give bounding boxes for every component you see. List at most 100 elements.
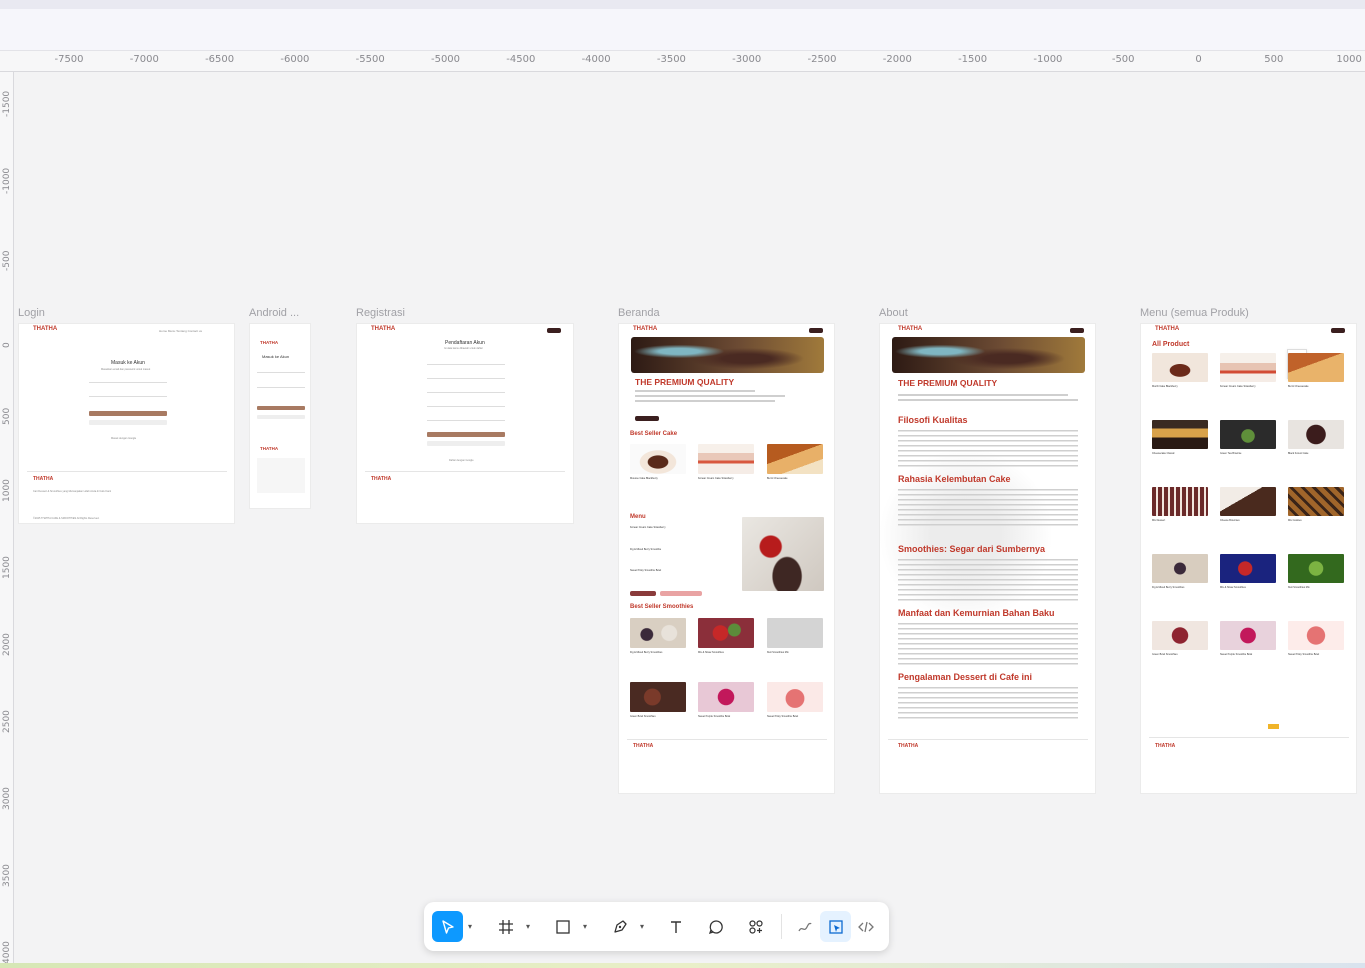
smoothie-image — [698, 682, 754, 712]
frame-label-about[interactable]: About — [879, 307, 908, 319]
footer-divider — [627, 739, 827, 740]
register-button[interactable] — [427, 432, 505, 437]
login-button[interactable] — [257, 406, 305, 410]
ruler-tick: -6500 — [205, 54, 235, 65]
cake-image-mousse — [630, 444, 686, 474]
frame-label-login[interactable]: Login — [18, 307, 45, 319]
name-field[interactable] — [427, 364, 505, 365]
frame-android[interactable]: THATHA Masuk ke Akun THATHA — [249, 323, 311, 509]
chevron-down-icon[interactable]: ▾ — [526, 922, 530, 931]
frame-registrasi[interactable]: THATHA Pendaftaran Akun Isi data kamu di… — [356, 323, 574, 524]
register-button[interactable] — [257, 415, 305, 419]
product-name: Cheesecake Classic — [1152, 452, 1175, 455]
ruler-tick: 500 — [1264, 54, 1284, 65]
ruler-tick: -500 — [1111, 54, 1135, 65]
chevron-down-icon[interactable]: ▾ — [583, 922, 587, 931]
dev-mode-button[interactable] — [850, 911, 881, 942]
cake-name: Mousse Cake Blackberry — [630, 477, 658, 480]
menu-button-cake[interactable] — [630, 591, 656, 596]
confirm-password-field[interactable] — [427, 420, 505, 421]
password-field[interactable] — [89, 396, 167, 397]
smoothie-name: Sweet Purple Smoothie Bowl — [698, 715, 731, 718]
rectangle-icon — [555, 919, 570, 934]
pen-tool-button[interactable] — [604, 911, 635, 942]
google-register[interactable]: Daftar dengan Google — [449, 459, 474, 462]
frame-about[interactable]: THATHA THE PREMIUM QUALITY Filosofi Kual… — [879, 323, 1096, 794]
nav-login-pill[interactable] — [1331, 328, 1345, 333]
product-name: Fig & Mixed Berry Smoothies — [1152, 586, 1185, 589]
read-more-button[interactable] — [635, 416, 659, 421]
product-image[interactable] — [1288, 353, 1344, 382]
product-image[interactable] — [1288, 621, 1344, 650]
product-image[interactable] — [1288, 554, 1344, 583]
product-image[interactable] — [1288, 420, 1344, 449]
ruler-tick: 3500 — [2, 864, 12, 887]
frame-login[interactable]: THATHA Home Menu Tentang Contact us Masu… — [18, 323, 235, 524]
section-paragraph — [898, 559, 1078, 604]
menu-button-smoothies[interactable] — [660, 591, 702, 596]
product-image[interactable] — [1152, 621, 1208, 650]
ruler-tick: -1500 — [958, 54, 988, 65]
nav-login-pill[interactable] — [809, 328, 823, 333]
product-image[interactable] — [1220, 621, 1276, 650]
product-image[interactable] — [1152, 554, 1208, 583]
nav-login-pill[interactable] — [547, 328, 561, 333]
frame-menu[interactable]: THATHA All Product THATHA Mochi Cake Bla… — [1140, 323, 1357, 794]
frame-label-registrasi[interactable]: Registrasi — [356, 307, 405, 319]
ruler-tick: 4000 — [2, 941, 12, 964]
nav-login-pill[interactable] — [1070, 328, 1084, 333]
product-image[interactable] — [1288, 487, 1344, 516]
frame-label-android[interactable]: Android ... — [249, 307, 299, 319]
product-image[interactable] — [1152, 420, 1208, 449]
move-tool-button[interactable] — [432, 911, 463, 942]
login-subtitle: Masukkan email dan password untuk masuk — [101, 368, 151, 371]
ruler-tick: -4000 — [581, 54, 611, 65]
footer-tagline: Cari Dessert & Smoothies yang Memanjakan… — [33, 490, 112, 493]
ruler-tick: -5500 — [355, 54, 385, 65]
ruler-tick: 1000 — [1336, 54, 1362, 65]
product-image[interactable] — [1220, 554, 1276, 583]
menu-heading: Menu — [630, 514, 646, 520]
assets-tool-button[interactable] — [740, 911, 771, 942]
ruler-tick: 3000 — [2, 787, 12, 810]
footer-logo: THATHA — [898, 743, 919, 749]
toolbar-divider — [781, 914, 782, 939]
login-button[interactable] — [89, 411, 167, 416]
frame-tool-button[interactable] — [490, 911, 521, 942]
product-image[interactable] — [1220, 353, 1276, 382]
smoothie-name: Kiwi Smoothies Mix — [767, 651, 789, 654]
pagination-active[interactable] — [1268, 724, 1279, 729]
product-image[interactable] — [1220, 420, 1276, 449]
ruler-tick: -7000 — [129, 54, 159, 65]
login-button[interactable] — [427, 441, 505, 446]
section-heading: Smoothies: Segar dari Sumbernya — [898, 544, 1046, 554]
password-field[interactable] — [427, 406, 505, 407]
design-mode-button[interactable] — [820, 911, 851, 942]
frame-label-menu[interactable]: Menu (semua Produk) — [1140, 307, 1249, 319]
comment-tool-button[interactable] — [700, 911, 731, 942]
google-login[interactable]: Masuk dengan Google — [111, 437, 136, 440]
best-cake-heading: Best Seller Cake — [630, 431, 678, 437]
frame-label-beranda[interactable]: Beranda — [618, 307, 660, 319]
email-field[interactable] — [257, 372, 305, 373]
product-name: Mochi Cake Blackberry — [1152, 385, 1178, 388]
product-image[interactable] — [1220, 487, 1276, 516]
email-field[interactable] — [89, 382, 167, 383]
hero-text — [898, 399, 1078, 401]
rectangle-tool-button[interactable] — [547, 911, 578, 942]
chevron-down-icon[interactable]: ▾ — [640, 922, 644, 931]
password-field[interactable] — [257, 387, 305, 388]
email-field[interactable] — [427, 378, 505, 379]
phone-field[interactable] — [427, 392, 505, 393]
draw-icon — [797, 922, 812, 931]
text-tool-button[interactable] — [660, 911, 691, 942]
frame-beranda[interactable]: THATHA THE PREMIUM QUALITY Best Seller C… — [618, 323, 835, 794]
register-button[interactable] — [89, 420, 167, 425]
product-image[interactable] — [1152, 487, 1208, 516]
chevron-down-icon[interactable]: ▾ — [468, 922, 472, 931]
product-image[interactable] — [1152, 353, 1208, 382]
draw-mode-button[interactable] — [789, 911, 820, 942]
product-name: Mix Cookies — [1288, 519, 1302, 522]
cake-name: Korean Cream Cake Strawberry — [698, 477, 734, 480]
ruler-tick: 2000 — [2, 633, 12, 656]
